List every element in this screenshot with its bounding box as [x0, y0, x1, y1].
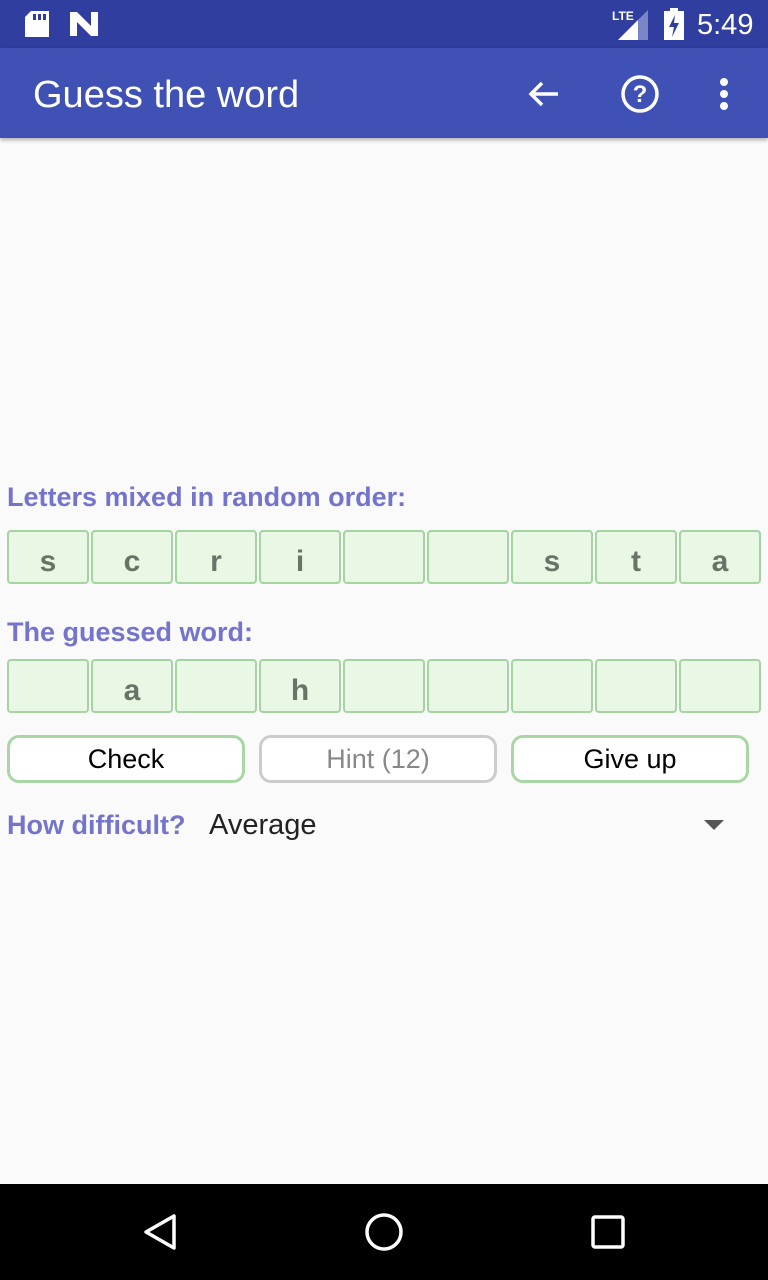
more-vert-icon[interactable]	[700, 70, 748, 118]
difficulty-dropdown[interactable]: Average	[200, 800, 750, 850]
guessed-letter-tile[interactable]	[679, 659, 761, 713]
clock: 5:49	[697, 9, 754, 41]
back-arrow-icon[interactable]	[520, 70, 568, 118]
mixed-letter-tile[interactable]: i	[259, 530, 341, 584]
guessed-letter-tile[interactable]	[175, 659, 257, 713]
check-button[interactable]: Check	[7, 735, 245, 783]
guessed-letter-tile[interactable]	[427, 659, 509, 713]
home-circle-icon[interactable]	[364, 1212, 404, 1252]
guessed-letter-tile[interactable]	[343, 659, 425, 713]
mixed-letter-tile[interactable]: s	[7, 530, 89, 584]
mixed-letter-tile[interactable]: s	[511, 530, 593, 584]
status-bar: LTE 5:49	[0, 0, 768, 48]
difficulty-label: How difficult?	[7, 810, 186, 840]
mixed-letter-tile[interactable]: r	[175, 530, 257, 584]
difficulty-value: Average	[209, 809, 317, 841]
mixed-letters-label: Letters mixed in random order:	[7, 482, 407, 512]
mixed-letter-tile[interactable]: c	[91, 530, 173, 584]
mixed-letter-tile[interactable]: t	[595, 530, 677, 584]
sd-card-icon	[25, 11, 49, 37]
navigation-bar	[0, 1184, 768, 1280]
mixed-letter-tile[interactable]: a	[679, 530, 761, 584]
recents-square-icon[interactable]	[590, 1214, 626, 1250]
chevron-down-icon	[704, 820, 724, 830]
mixed-letters-row: s c r i s t a	[7, 530, 761, 584]
guessed-word-row: a h	[7, 659, 761, 713]
hint-button[interactable]: Hint (12)	[259, 735, 497, 783]
help-icon[interactable]: ?	[616, 70, 664, 118]
app-title: Guess the word	[33, 74, 300, 116]
app-bar: Guess the word ?	[0, 48, 768, 138]
battery-charging-icon	[664, 8, 684, 40]
svg-text:?: ?	[633, 81, 648, 108]
mixed-letter-tile[interactable]	[427, 530, 509, 584]
guessed-letter-tile[interactable]: a	[91, 659, 173, 713]
signal-icon	[618, 10, 648, 40]
guessed-word-label: The guessed word:	[7, 617, 254, 647]
n-notification-icon	[70, 12, 98, 36]
guessed-letter-tile[interactable]	[511, 659, 593, 713]
guessed-letter-tile[interactable]	[7, 659, 89, 713]
back-triangle-icon[interactable]	[140, 1212, 180, 1252]
give-up-button[interactable]: Give up	[511, 735, 749, 783]
mixed-letter-tile[interactable]	[343, 530, 425, 584]
guessed-letter-tile[interactable]: h	[259, 659, 341, 713]
guessed-letter-tile[interactable]	[595, 659, 677, 713]
